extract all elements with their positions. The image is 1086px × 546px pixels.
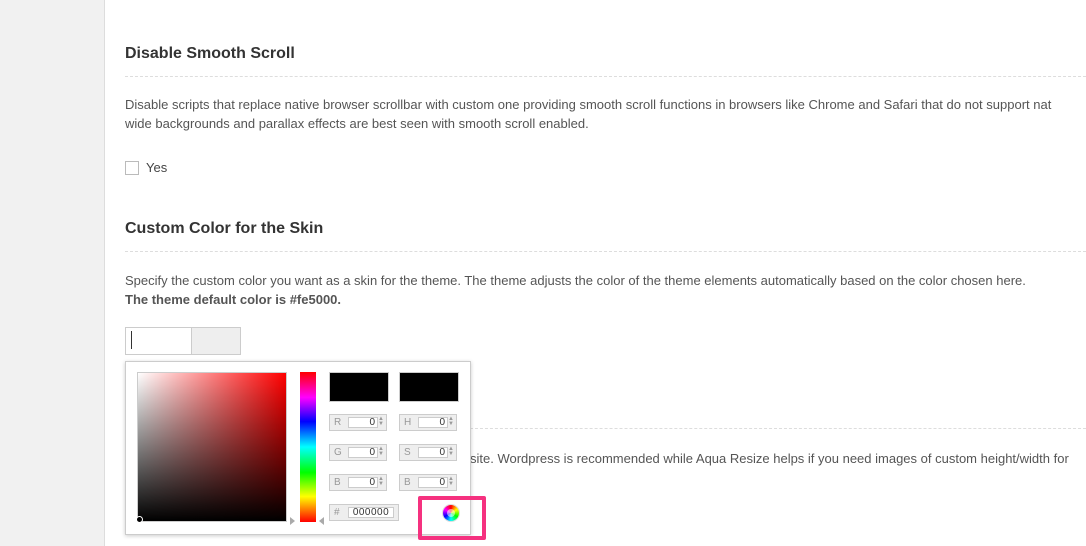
saturation-spinner-icon[interactable]: ▲ ▼	[448, 446, 454, 457]
admin-sidebar	[0, 0, 105, 546]
highlight-box	[418, 496, 486, 540]
current-color-preview[interactable]	[399, 372, 459, 402]
text-cursor	[131, 331, 132, 349]
saturation-field: S 0 ▲ ▼	[399, 444, 457, 461]
green-label: G	[334, 447, 342, 458]
checkbox-label: Yes	[146, 160, 168, 175]
sv-selector-handle[interactable]	[136, 516, 143, 523]
green-field: G 0 ▲ ▼	[329, 444, 387, 461]
description-line: Disable scripts that replace native brow…	[125, 97, 1052, 112]
blue-label: B	[334, 477, 341, 488]
hue-slider[interactable]	[300, 372, 316, 522]
hue-label: H	[404, 417, 412, 428]
next-section-description: site. Wordpress is recommended while Aqu…	[470, 451, 1069, 466]
smooth-scroll-option[interactable]: Yes	[125, 160, 167, 175]
blue-input[interactable]: 0	[348, 477, 378, 488]
blue-field: B 0 ▲ ▼	[329, 474, 387, 491]
section-divider	[470, 428, 1086, 429]
custom-color-field	[125, 327, 241, 355]
brightness-label: B	[404, 477, 411, 488]
description-line: wide backgrounds and parallax effects ar…	[125, 116, 589, 131]
description-line: Specify the custom color you want as a s…	[125, 273, 1026, 288]
saturation-input[interactable]: 0	[418, 447, 448, 458]
hex-field: # 000000	[329, 504, 399, 521]
options-content: Disable Smooth Scroll Disable scripts th…	[105, 0, 1086, 546]
smooth-scroll-checkbox[interactable]	[125, 160, 139, 175]
section-divider	[125, 251, 1086, 252]
saturation-brightness-area[interactable]	[136, 372, 287, 523]
hue-input[interactable]: 0	[418, 417, 448, 428]
saturation-label: S	[404, 447, 411, 458]
hue-field: H 0 ▲ ▼	[399, 414, 457, 431]
section-title-smooth-scroll: Disable Smooth Scroll	[125, 45, 295, 62]
brightness-input[interactable]: 0	[418, 477, 448, 488]
smooth-scroll-description: Disable scripts that replace native brow…	[125, 95, 1051, 133]
red-input[interactable]: 0	[348, 417, 378, 428]
section-divider	[125, 76, 1086, 77]
hex-label: #	[334, 507, 340, 518]
brightness-spinner-icon[interactable]: ▲ ▼	[448, 476, 454, 487]
sv-arrow-icon	[290, 517, 295, 525]
hue-spinner-icon[interactable]: ▲ ▼	[448, 416, 454, 427]
blue-spinner-icon[interactable]: ▲ ▼	[378, 476, 384, 487]
brightness-field: B 0 ▲ ▼	[399, 474, 457, 491]
red-label: R	[334, 417, 342, 428]
custom-color-description: Specify the custom color you want as a s…	[125, 271, 1026, 309]
custom-color-input[interactable]	[126, 328, 192, 354]
section-title-custom-color: Custom Color for the Skin	[125, 220, 324, 237]
default-color-note: The theme default color is #fe5000.	[125, 292, 342, 307]
new-color-preview	[329, 372, 389, 402]
green-input[interactable]: 0	[348, 447, 378, 458]
color-swatch[interactable]	[192, 328, 240, 354]
red-field: R 0 ▲ ▼	[329, 414, 387, 431]
green-spinner-icon[interactable]: ▲ ▼	[378, 446, 384, 457]
hex-input[interactable]: 000000	[348, 507, 394, 518]
red-spinner-icon[interactable]: ▲ ▼	[378, 416, 384, 427]
hue-arrow-icon[interactable]	[319, 517, 324, 525]
